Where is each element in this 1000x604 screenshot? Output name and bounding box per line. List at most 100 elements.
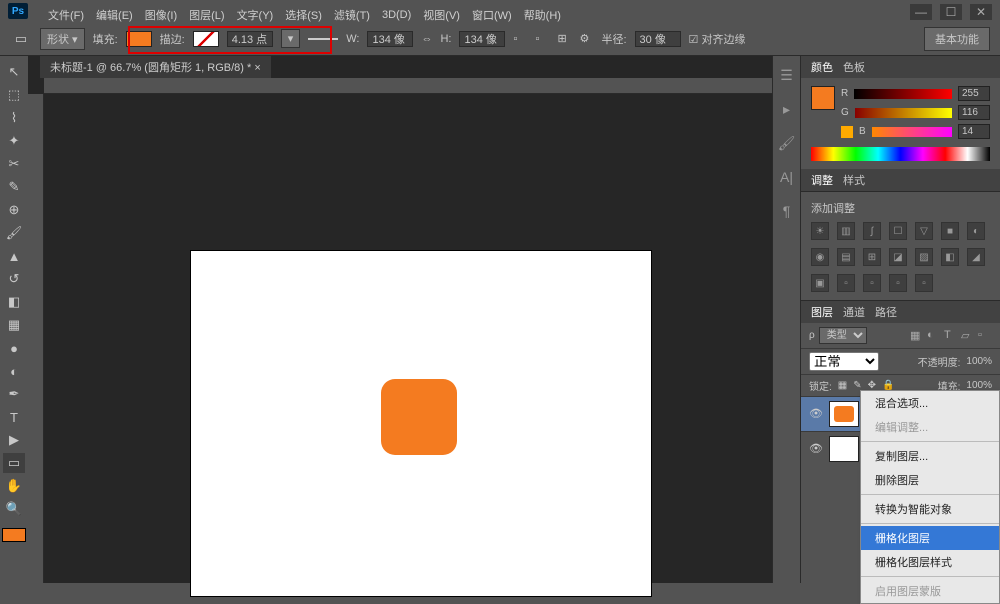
menu-view[interactable]: 视图(V) <box>423 7 460 23</box>
adj-exposure-icon[interactable]: ☐ <box>889 222 907 240</box>
adj-vibrance-icon[interactable]: ▽ <box>915 222 933 240</box>
ctx-duplicate-layer[interactable]: 复制图层... <box>861 444 999 468</box>
stroke-width-dropdown[interactable]: ▾ <box>281 29 301 48</box>
zoom-tool[interactable]: 🔍 <box>3 499 25 519</box>
adj-lookup-icon[interactable]: ⊞ <box>863 248 881 266</box>
menu-window[interactable]: 窗口(W) <box>472 7 512 23</box>
adj-photo-filter-icon[interactable]: ◉ <box>811 248 829 266</box>
stroke-width-input[interactable] <box>227 31 273 47</box>
b-slider[interactable] <box>872 127 952 137</box>
layers-tab[interactable]: 图层 <box>811 304 833 320</box>
adj-curves-icon[interactable]: ∫ <box>863 222 881 240</box>
channels-tab[interactable]: 通道 <box>843 304 865 320</box>
filter-adjust-icon[interactable]: ◐ <box>927 329 941 343</box>
actions-panel-icon[interactable]: ▸ <box>778 100 796 118</box>
gamut-warning-icon[interactable] <box>841 126 853 138</box>
brush-tool[interactable]: 🖌 <box>3 223 25 243</box>
type-tool[interactable]: T <box>3 407 25 427</box>
r-slider[interactable] <box>854 89 952 99</box>
adj-hue-icon[interactable]: ■ <box>941 222 959 240</box>
shape-mode-dropdown[interactable]: 形状 ▾ <box>40 28 85 50</box>
menu-select[interactable]: 选择(S) <box>285 7 322 23</box>
menu-layer[interactable]: 图层(L) <box>189 7 224 23</box>
pen-tool[interactable]: ✒ <box>3 384 25 404</box>
shape-tool[interactable]: ▭ <box>3 453 25 473</box>
brush-panel-icon[interactable]: 🖌 <box>778 134 796 152</box>
char-panel-icon[interactable]: A| <box>778 168 796 186</box>
adj-mixer-icon[interactable]: ▤ <box>837 248 855 266</box>
adj-gradient-icon[interactable]: ◢ <box>967 248 985 266</box>
adj-brightness-icon[interactable]: ☀ <box>811 222 829 240</box>
ctx-rasterize-layer[interactable]: 栅格化图层 <box>861 526 999 550</box>
adj-selective-icon[interactable]: ▣ <box>811 274 829 292</box>
canvas[interactable] <box>191 251 651 596</box>
align-edges-checkbox[interactable]: ☑ 对齐边缘 <box>689 31 746 47</box>
width-input[interactable] <box>367 31 413 47</box>
link-wh-icon[interactable]: ⇔ <box>421 33 432 45</box>
healing-tool[interactable]: ⊕ <box>3 200 25 220</box>
ctx-rasterize-style[interactable]: 栅格化图层样式 <box>861 550 999 574</box>
adj-invert-icon[interactable]: ◪ <box>889 248 907 266</box>
stamp-tool[interactable]: ▲ <box>3 246 25 266</box>
adj-threshold-icon[interactable]: ◧ <box>941 248 959 266</box>
stroke-color-swatch[interactable] <box>193 31 219 47</box>
spectrum-bar[interactable] <box>811 147 990 161</box>
lock-pixels-icon[interactable]: ▦ <box>838 380 847 391</box>
b-value[interactable]: 14 <box>958 124 990 139</box>
fill-color-swatch[interactable] <box>126 31 152 47</box>
height-input[interactable] <box>459 31 505 47</box>
history-brush-tool[interactable]: ↺ <box>3 269 25 289</box>
crop-tool[interactable]: ✂ <box>3 154 25 174</box>
opacity-value[interactable]: 100% <box>966 356 992 367</box>
menu-edit[interactable]: 编辑(E) <box>96 7 133 23</box>
stroke-style-preview[interactable] <box>308 38 338 40</box>
menu-help[interactable]: 帮助(H) <box>524 7 561 23</box>
para-panel-icon[interactable]: ¶ <box>778 202 796 220</box>
visibility-icon[interactable]: 👁 <box>809 442 823 456</box>
ctx-delete-layer[interactable]: 删除图层 <box>861 468 999 492</box>
filter-smart-icon[interactable]: ▫ <box>978 329 992 343</box>
workspace-switcher[interactable]: 基本功能 <box>924 27 990 51</box>
history-panel-icon[interactable]: ☰ <box>778 66 796 84</box>
adj-more3-icon[interactable]: ▫ <box>889 274 907 292</box>
foreground-color-swatch[interactable] <box>2 528 26 542</box>
arrange-icon[interactable]: ▫ <box>535 33 549 45</box>
r-value[interactable]: 255 <box>958 86 990 101</box>
styles-tab[interactable]: 样式 <box>843 172 865 188</box>
visibility-icon[interactable]: 👁 <box>809 407 823 421</box>
blend-mode-select[interactable]: 正常 <box>809 352 879 371</box>
document-tab[interactable]: 未标题-1 @ 66.7% (圆角矩形 1, RGB/8) * × <box>40 56 271 78</box>
menu-filter[interactable]: 滤镜(T) <box>334 7 370 23</box>
ctx-blend-options[interactable]: 混合选项... <box>861 391 999 415</box>
ctx-convert-smart[interactable]: 转换为智能对象 <box>861 497 999 521</box>
align-shape-icon[interactable]: ▫ <box>513 33 527 45</box>
eraser-tool[interactable]: ◧ <box>3 292 25 312</box>
adj-bw-icon[interactable]: ◐ <box>967 222 985 240</box>
menu-file[interactable]: 文件(F) <box>48 7 84 23</box>
lasso-tool[interactable]: ⌇ <box>3 108 25 128</box>
filter-pixel-icon[interactable]: ▦ <box>910 329 924 343</box>
g-slider[interactable] <box>855 108 952 118</box>
color-preview[interactable] <box>811 86 835 110</box>
layer-filter-kind[interactable]: 类型 <box>819 327 867 344</box>
swatches-tab[interactable]: 色板 <box>843 59 865 75</box>
filter-shape-icon[interactable]: ▱ <box>961 329 975 343</box>
minimize-button[interactable]: — <box>910 4 932 20</box>
gear-icon[interactable]: ⚙ <box>579 32 593 45</box>
adj-levels-icon[interactable]: ▥ <box>837 222 855 240</box>
wand-tool[interactable]: ✦ <box>3 131 25 151</box>
g-value[interactable]: 116 <box>958 105 990 120</box>
menu-image[interactable]: 图像(I) <box>145 7 177 23</box>
marquee-tool[interactable]: ⬚ <box>3 85 25 105</box>
color-tab[interactable]: 颜色 <box>811 59 833 75</box>
blur-tool[interactable]: ● <box>3 338 25 358</box>
paths-tab[interactable]: 路径 <box>875 304 897 320</box>
gradient-tool[interactable]: ▦ <box>3 315 25 335</box>
tool-preset-icon[interactable]: ▭ <box>10 29 32 49</box>
rounded-rectangle-shape[interactable] <box>381 379 457 455</box>
menu-3d[interactable]: 3D(D) <box>382 9 411 21</box>
dodge-tool[interactable]: ◐ <box>3 361 25 381</box>
adj-more1-icon[interactable]: ▫ <box>837 274 855 292</box>
eyedropper-tool[interactable]: ✎ <box>3 177 25 197</box>
pathops-icon[interactable]: ⊞ <box>557 32 571 45</box>
